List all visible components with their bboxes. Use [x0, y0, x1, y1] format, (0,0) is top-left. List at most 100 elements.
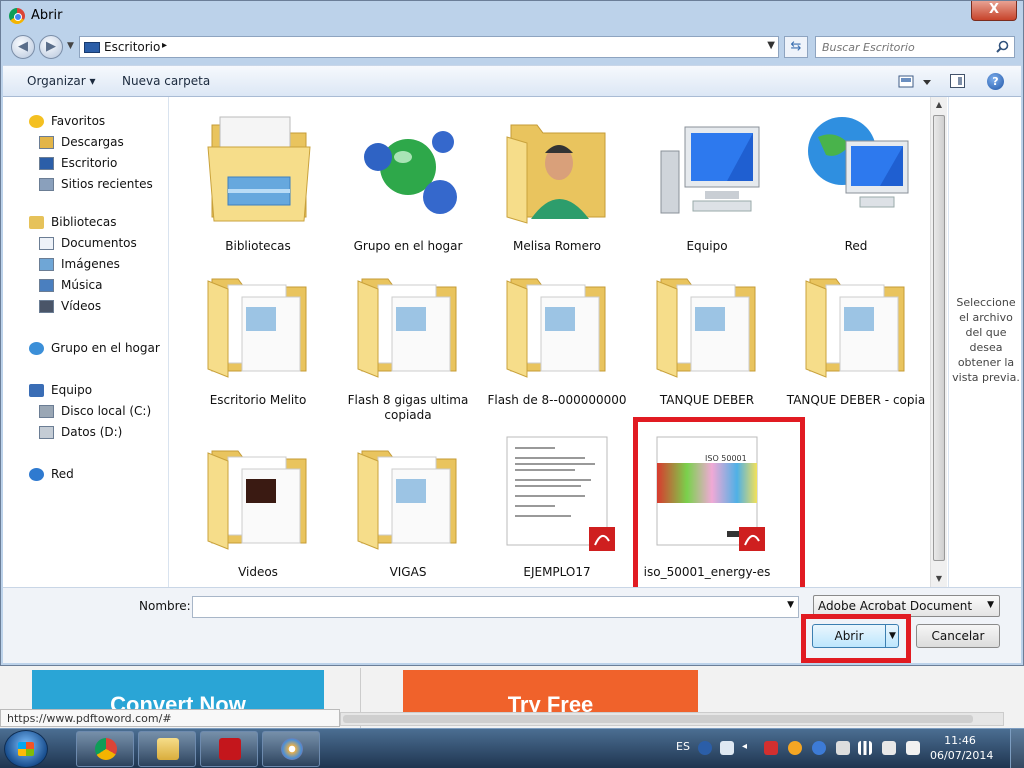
- refresh-button[interactable]: ⇆: [784, 36, 808, 58]
- nav-item-label: Imágenes: [61, 257, 120, 271]
- breadcrumb-arrow-icon[interactable]: ▸: [162, 40, 167, 51]
- file-item[interactable]: TANQUE DEBER - copia: [781, 257, 930, 422]
- avast-tray-icon[interactable]: [788, 741, 802, 755]
- address-row: ◀ ▶ ▼ Escritorio ▸ ▼ ⇆: [1, 33, 1023, 61]
- file-name: Videos: [238, 565, 278, 579]
- red-highlight-frame: [801, 614, 911, 663]
- recent-locations-chevron-icon[interactable]: ▼: [67, 41, 74, 51]
- acrobat-tray-icon[interactable]: [764, 741, 778, 755]
- scroll-thumb[interactable]: [933, 115, 945, 561]
- scroll-up-icon[interactable]: ▲: [931, 97, 947, 113]
- file-item[interactable]: VIGAS: [333, 429, 483, 587]
- folder-icon: [497, 261, 617, 381]
- file-item[interactable]: Melisa Romero: [482, 103, 632, 268]
- nav-group-label: Grupo en el hogar: [51, 341, 160, 355]
- file-item[interactable]: Grupo en el hogar: [333, 103, 483, 268]
- file-item[interactable]: Videos: [183, 429, 333, 587]
- file-item[interactable]: Flash de 8--000000000: [482, 257, 632, 422]
- lightning-tray-icon[interactable]: [812, 741, 826, 755]
- file-name: Escritorio Melito: [209, 393, 307, 407]
- taskbar: ES ◂ 11:46 06/07/2014: [0, 728, 1024, 768]
- file-item[interactable]: Equipo: [632, 103, 782, 268]
- recent-places-icon: [39, 178, 54, 191]
- scroll-down-icon[interactable]: ▼: [931, 571, 947, 587]
- preview-pane: Seleccione el archivo del que desea obte…: [948, 97, 1021, 587]
- address-location[interactable]: Escritorio: [104, 40, 160, 54]
- network-icon: [29, 468, 44, 481]
- folder-icon: [198, 261, 318, 381]
- nav-item-label: Documentos: [61, 236, 137, 250]
- forward-button[interactable]: ▶: [39, 35, 63, 59]
- chevron-down-icon[interactable]: ▼: [767, 40, 775, 51]
- chevron-up-icon[interactable]: ◂: [742, 741, 756, 755]
- paint-icon: [281, 738, 303, 760]
- file-item[interactable]: EJEMPLO17: [482, 429, 632, 587]
- command-toolbar: Organizar ▾ Nueva carpeta ?: [3, 65, 1021, 97]
- computer-icon: [29, 384, 44, 397]
- file-name: Flash de 8--000000000: [487, 393, 627, 407]
- signal-icon[interactable]: [858, 741, 872, 755]
- file-name: EJEMPLO17: [523, 565, 591, 579]
- taskbar-app-acrobat[interactable]: [200, 731, 258, 767]
- language-indicator[interactable]: ES: [676, 740, 690, 753]
- title-bar[interactable]: Abrir X: [1, 1, 1023, 31]
- filename-input[interactable]: ▼: [192, 596, 799, 618]
- address-bar[interactable]: Escritorio ▸ ▼: [79, 36, 779, 58]
- close-button[interactable]: X: [971, 1, 1017, 21]
- organize-button[interactable]: Organizar ▾: [27, 74, 96, 88]
- change-view-icon[interactable]: [897, 74, 935, 90]
- star-icon: [29, 115, 44, 128]
- taskbar-app-explorer[interactable]: [138, 731, 196, 767]
- new-folder-button[interactable]: Nueva carpeta: [122, 74, 210, 88]
- file-name: TANQUE DEBER - copia: [786, 393, 926, 407]
- drive-d-icon: [39, 426, 54, 439]
- usb-tray-icon[interactable]: [720, 741, 734, 755]
- file-item[interactable]: Flash 8 gigas ultima copiada: [333, 257, 483, 422]
- file-item[interactable]: Bibliotecas: [183, 103, 333, 268]
- chrome-icon: [9, 8, 25, 24]
- network-icon: [796, 107, 916, 227]
- user-folder-icon: [497, 107, 617, 227]
- vertical-scrollbar[interactable]: ▲ ▼: [930, 97, 947, 587]
- pdf-file-icon: [497, 433, 617, 553]
- folder-icon: [348, 433, 468, 553]
- flag-icon[interactable]: [906, 741, 920, 755]
- search-input[interactable]: [816, 37, 994, 57]
- drive-c-icon: [39, 405, 54, 418]
- taskbar-app-chrome[interactable]: [76, 731, 134, 767]
- clock[interactable]: 11:46 06/07/2014: [930, 733, 994, 763]
- file-name: TANQUE DEBER: [659, 393, 755, 407]
- libraries-icon: [29, 216, 44, 229]
- preview-pane-button[interactable]: [950, 74, 965, 88]
- chevron-down-icon[interactable]: ▼: [787, 600, 794, 610]
- show-desktop-button[interactable]: [1010, 729, 1024, 768]
- clock-time: 11:46: [944, 734, 976, 747]
- file-name: Melisa Romero: [512, 239, 602, 253]
- back-button[interactable]: ◀: [11, 35, 35, 59]
- scroll-thumb[interactable]: [343, 715, 973, 723]
- search-box[interactable]: [815, 36, 1015, 58]
- nav-item-label: Vídeos: [61, 299, 102, 313]
- file-item[interactable]: TANQUE DEBER: [632, 257, 782, 422]
- homegroup-icon: [29, 342, 44, 355]
- nav-item-label: Descargas: [61, 135, 124, 149]
- chevron-down-icon[interactable]: ▼: [987, 600, 994, 610]
- help-tray-icon[interactable]: [698, 741, 712, 755]
- horizontal-scrollbar[interactable]: [340, 712, 1004, 726]
- device-tray-icon[interactable]: [836, 741, 850, 755]
- file-list: Bibliotecas Grupo en el hogar Melisa Romer…: [170, 97, 930, 587]
- volume-icon[interactable]: [882, 741, 896, 755]
- status-url: https://www.pdftoword.com/#: [0, 709, 340, 727]
- folder-icon: [348, 261, 468, 381]
- cancel-button[interactable]: Cancelar: [916, 624, 1000, 648]
- taskbar-app-paint[interactable]: [262, 731, 320, 767]
- downloads-icon: [39, 136, 54, 149]
- help-button[interactable]: ?: [987, 73, 1004, 90]
- nav-group-label: Equipo: [51, 383, 93, 397]
- search-icon[interactable]: [996, 40, 1009, 53]
- start-button[interactable]: [4, 730, 48, 768]
- navigation-pane: Favoritos Descargas Escritorio Sitios recie…: [3, 97, 169, 587]
- clock-date: 06/07/2014: [930, 749, 994, 762]
- file-item[interactable]: Red: [781, 103, 930, 268]
- file-item[interactable]: Escritorio Melito: [183, 257, 333, 422]
